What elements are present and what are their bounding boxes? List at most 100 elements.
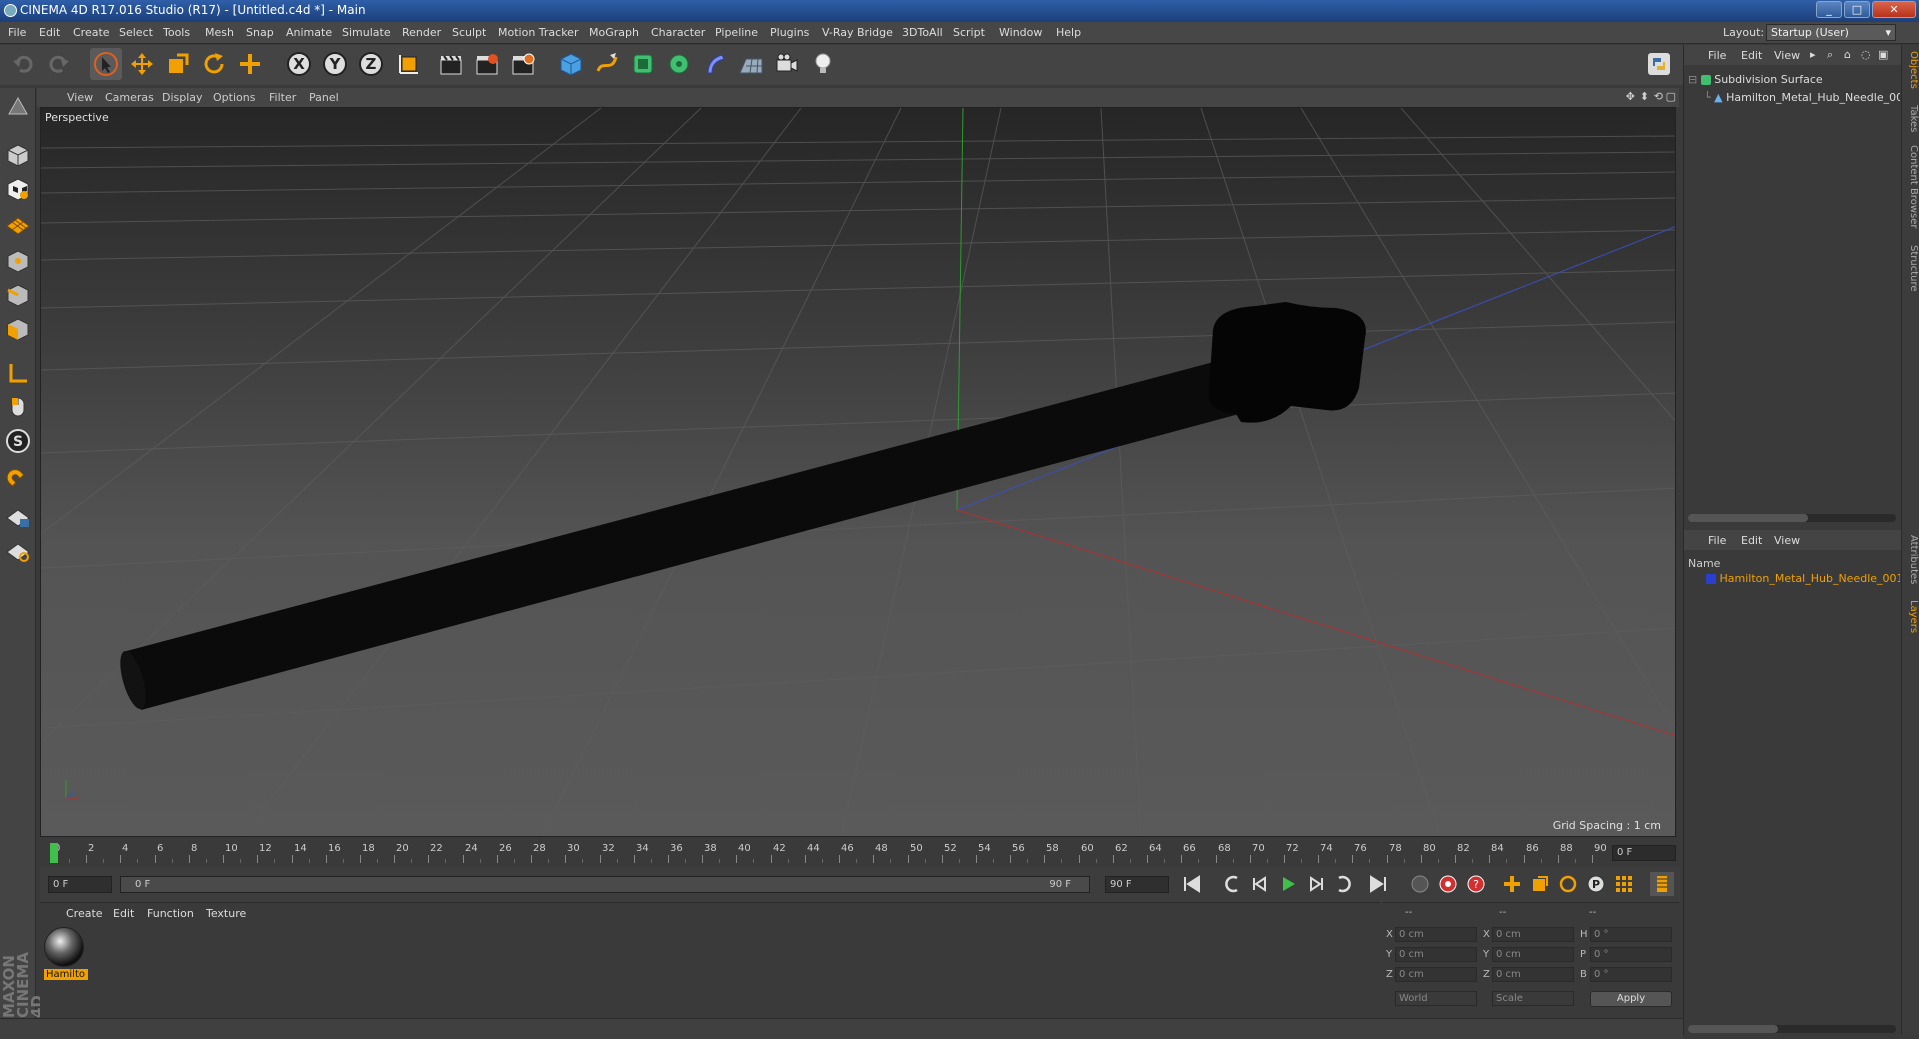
viewport-menu-panel[interactable]: Panel — [309, 91, 339, 104]
menu-mograph[interactable]: MoGraph — [589, 26, 639, 39]
planar-workplane-button[interactable] — [3, 536, 33, 566]
menu-edit[interactable]: Edit — [39, 26, 60, 39]
menu-mesh[interactable]: Mesh — [205, 26, 234, 39]
python-button[interactable] — [1643, 48, 1675, 80]
coord-size-z-field[interactable]: 0 cm — [1492, 967, 1574, 982]
timeline-ruler[interactable]: 0246810121416182022242628303234363840424… — [40, 842, 1680, 864]
rotate-tool-button[interactable] — [198, 48, 230, 80]
apply-button[interactable]: Apply — [1590, 991, 1672, 1007]
menu-window[interactable]: Window — [999, 26, 1042, 39]
current-frame-field[interactable]: 0 F — [1612, 845, 1676, 861]
record-button[interactable] — [1436, 872, 1460, 896]
viewport-menu-display[interactable]: Display — [162, 91, 203, 104]
texture-mode-button[interactable] — [3, 174, 33, 204]
material-menu-texture[interactable]: Texture — [206, 907, 246, 920]
menu-3dtoall[interactable]: 3DToAll — [902, 26, 943, 39]
object-menu-file[interactable]: File — [1708, 49, 1726, 62]
layer-menu-file[interactable]: File — [1708, 534, 1726, 547]
deformer-button[interactable] — [699, 48, 731, 80]
new-window-icon[interactable]: ▣ — [1878, 48, 1888, 61]
subdivision-surface-button[interactable] — [627, 48, 659, 80]
magnet-button[interactable] — [3, 464, 33, 494]
layer-menu-edit[interactable]: Edit — [1741, 534, 1762, 547]
enable-axis-button[interactable] — [3, 358, 33, 388]
playhead[interactable] — [50, 843, 58, 863]
collapse-icon[interactable]: ⊟ — [1688, 73, 1697, 86]
auto-key-button[interactable]: ? — [1464, 872, 1488, 896]
workplane-button[interactable] — [3, 208, 33, 238]
coord-pos-y-field[interactable]: 0 cm — [1395, 947, 1477, 962]
render-view-button[interactable] — [435, 48, 467, 80]
tab-structure[interactable]: Structure — [1903, 245, 1919, 292]
material-menu-edit[interactable]: Edit — [113, 907, 134, 920]
menu-animate[interactable]: Animate — [286, 26, 332, 39]
coord-pos-z-field[interactable]: 0 cm — [1395, 967, 1477, 982]
home-icon[interactable]: ⌂ — [1844, 48, 1851, 61]
key-scale-button[interactable] — [1528, 872, 1552, 896]
edges-mode-button[interactable] — [3, 280, 33, 310]
menu-plugins[interactable]: Plugins — [770, 26, 809, 39]
menu-help[interactable]: Help — [1056, 26, 1081, 39]
material-menu-create[interactable]: Create — [66, 907, 103, 920]
end-frame-field[interactable]: 90 F — [1105, 876, 1169, 893]
floor-button[interactable] — [735, 48, 767, 80]
menu-snap[interactable]: Snap — [246, 26, 274, 39]
coord-pos-x-field[interactable]: 0 cm — [1395, 927, 1477, 942]
polygons-mode-button[interactable] — [3, 314, 33, 344]
recent-tool-button[interactable] — [234, 48, 266, 80]
close-button[interactable]: ✕ — [1872, 1, 1916, 18]
record-keys-button[interactable] — [1408, 872, 1432, 896]
material-menu-function[interactable]: Function — [147, 907, 194, 920]
cube-object-button[interactable] — [555, 48, 587, 80]
menu-create[interactable]: Create — [73, 26, 110, 39]
tab-takes[interactable]: Takes — [1903, 105, 1919, 132]
go-to-start-button[interactable] — [1180, 872, 1204, 896]
points-mode-button[interactable] — [3, 246, 33, 276]
material-swatch[interactable]: Hamilto — [44, 927, 88, 981]
coord-rot-p-field[interactable]: 0 ° — [1590, 947, 1672, 962]
render-picture-viewer-button[interactable] — [471, 48, 503, 80]
scale-select[interactable]: Scale — [1492, 991, 1574, 1006]
perspective-viewport[interactable]: Perspective Grid Spacing : 1 cm — [40, 107, 1676, 837]
viewport-menu-options[interactable]: Options — [213, 91, 255, 104]
live-selection-button[interactable] — [90, 48, 122, 80]
menu-character[interactable]: Character — [651, 26, 705, 39]
viewport-menu-view[interactable]: View — [67, 91, 93, 104]
coord-rot-h-field[interactable]: 0 ° — [1590, 927, 1672, 942]
world-select[interactable]: World — [1395, 991, 1477, 1006]
coord-size-x-field[interactable]: 0 cm — [1492, 927, 1574, 942]
object-row-needle[interactable]: └ ▲ Hamilton_Metal_Hub_Needle_00 — [1704, 91, 1900, 104]
move-tool-button[interactable] — [126, 48, 158, 80]
object-menu-view[interactable]: View — [1774, 49, 1800, 62]
more-arrow-icon[interactable]: ▸ — [1810, 48, 1816, 61]
spline-pen-button[interactable] — [591, 48, 623, 80]
key-position-button[interactable] — [1500, 872, 1524, 896]
needle-model[interactable] — [115, 302, 1366, 712]
tweak-mode-button[interactable] — [3, 392, 33, 422]
maximize-button[interactable]: □ — [1844, 1, 1870, 18]
key-pla-button[interactable] — [1612, 872, 1636, 896]
coord-rot-b-field[interactable]: 0 ° — [1590, 967, 1672, 982]
object-menu-edit[interactable]: Edit — [1741, 49, 1762, 62]
locked-workplane-button[interactable] — [3, 502, 33, 532]
layer-scrollbar-thumb[interactable] — [1688, 1025, 1778, 1033]
viewport-menu-cameras[interactable]: Cameras — [105, 91, 154, 104]
layer-menu-view[interactable]: View — [1774, 534, 1800, 547]
viewport-maximize-icon[interactable]: ▢ — [1666, 90, 1676, 103]
menu-simulate[interactable]: Simulate — [342, 26, 391, 39]
layer-manager-scrollbar[interactable] — [1688, 1025, 1896, 1033]
light-button[interactable] — [807, 48, 839, 80]
menu-vray-bridge[interactable]: V-Ray Bridge — [822, 26, 893, 39]
viewport-rotate-icon[interactable]: ⟲ — [1654, 90, 1663, 103]
scale-tool-button[interactable] — [162, 48, 194, 80]
tab-layers[interactable]: Layers — [1903, 600, 1919, 633]
coord-size-y-field[interactable]: 0 cm — [1492, 947, 1574, 962]
model-mode-button[interactable] — [3, 140, 33, 170]
tab-content-browser[interactable]: Content Browser — [1903, 145, 1919, 228]
minimize-button[interactable]: _ — [1816, 1, 1842, 18]
snapping-button[interactable]: S — [3, 426, 33, 456]
previous-key-button[interactable] — [1220, 872, 1244, 896]
key-rotation-button[interactable] — [1556, 872, 1580, 896]
object-row-subdivision[interactable]: ⊟ Subdivision Surface — [1688, 73, 1823, 86]
x-axis-lock-button[interactable]: X — [283, 48, 315, 80]
